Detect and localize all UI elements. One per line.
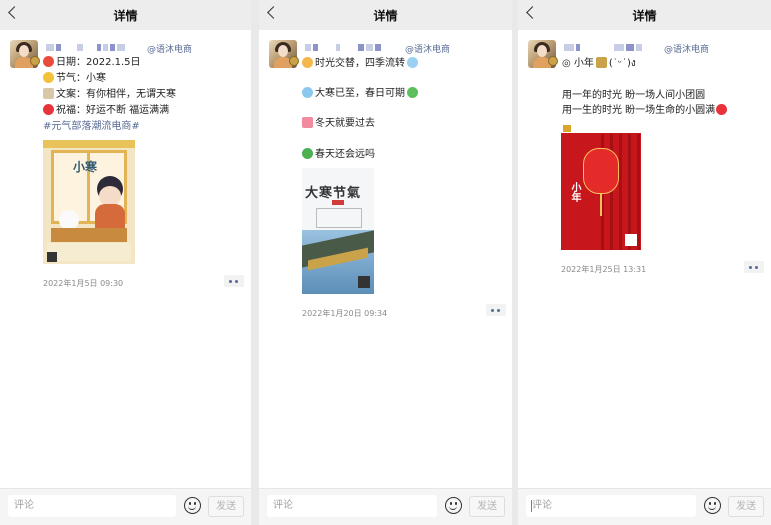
scroll-icon <box>43 88 54 99</box>
comment-bar: 评论 发送 <box>518 488 771 525</box>
nav-header: 详情 <box>0 0 251 30</box>
post-time: 2022年1月20日 09:34 <box>302 309 388 318</box>
nickname-redacted[interactable] <box>305 43 381 52</box>
alarm-clock-icon <box>43 56 54 67</box>
moment-detail-panel-1: 详情 @语沐电商 日期：2022.1.5日 节气：小寒 文案：有你相伴，无谓天寒… <box>0 0 251 525</box>
heart-icon <box>716 104 728 115</box>
lantern-icon <box>595 57 607 68</box>
post-image[interactable]: 大寒节氣 <box>302 168 374 294</box>
post-line: 春天还会远吗 <box>302 148 375 162</box>
post-line: 大寒已至，春日可期 <box>302 87 420 101</box>
snowflake-icon <box>302 87 313 98</box>
nickname-redacted[interactable] <box>564 43 642 52</box>
page-title: 详情 <box>373 9 398 23</box>
dot-icon <box>229 280 232 283</box>
medal-icon <box>30 56 40 66</box>
post-line: 日期：2022.1.5日 <box>43 56 141 70</box>
page-title: 详情 <box>632 9 657 23</box>
more-actions-button[interactable] <box>224 275 244 287</box>
post-line: 冬天就要过去 <box>302 117 375 131</box>
send-button[interactable]: 发送 <box>469 496 505 517</box>
smiley-icon <box>43 72 54 83</box>
text-caret <box>531 500 532 512</box>
dot-icon <box>497 309 500 312</box>
comment-input[interactable]: 评论 <box>8 495 176 517</box>
more-actions-button[interactable] <box>486 304 506 316</box>
sparkle-icon <box>302 57 313 68</box>
post-image[interactable]: 小年 <box>561 124 641 250</box>
post-line: 祝福：好运不断 福运满满 <box>43 104 169 118</box>
heart-icon <box>43 104 54 115</box>
send-button[interactable]: 发送 <box>728 496 764 517</box>
nav-header: 详情 <box>259 0 512 30</box>
medal-icon <box>548 56 558 66</box>
comment-bar: 评论 发送 <box>259 488 512 525</box>
poster-title: 小年 <box>569 182 580 202</box>
post-time: 2022年1月25日 13:31 <box>561 265 647 274</box>
more-actions-button[interactable] <box>744 261 764 273</box>
medal-icon <box>289 56 299 66</box>
moment-detail-panel-3: 详情 @语沐电商 ◎ 小年 (˙ᵕ˙)ง 用一年的时光 盼一场人间小团圆 用一生的… <box>518 0 771 525</box>
hashtag-link[interactable]: #元气部落潮流电商# <box>43 120 140 134</box>
post-line: 用一生的时光 盼一场生命的小圆满 <box>562 104 729 118</box>
poster-title: 大寒节氣 <box>305 186 362 201</box>
send-button[interactable]: 发送 <box>208 496 244 517</box>
moment-detail-panel-2: 详情 @语沐电商 时光交替，四季流转 大寒已至，春日可期 冬天就要过去 春天还会… <box>259 0 512 525</box>
post-time: 2022年1月5日 09:30 <box>43 279 124 288</box>
leaf-icon <box>407 87 418 98</box>
nickname-tag[interactable]: @语沐电商 <box>147 42 192 55</box>
dot-icon <box>749 266 752 269</box>
post-line: 文案：有你相伴，无谓天寒 <box>43 88 176 102</box>
nav-header: 详情 <box>518 0 771 30</box>
dot-icon <box>235 280 238 283</box>
poster-title: 小寒 <box>73 160 98 174</box>
emoji-smile-icon[interactable] <box>704 497 721 514</box>
snowman-icon <box>407 57 418 68</box>
comment-input[interactable]: 评论 <box>267 495 437 517</box>
comment-input[interactable]: 评论 <box>526 495 696 517</box>
nickname-tag[interactable]: @语沐电商 <box>664 42 709 55</box>
nickname-tag[interactable]: @语沐电商 <box>405 42 450 55</box>
post-line: 节气：小寒 <box>43 72 106 86</box>
dot-icon <box>755 266 758 269</box>
envelope-icon <box>302 117 313 128</box>
post-line: 用一年的时光 盼一场人间小团圆 <box>562 90 706 101</box>
emoji-smile-icon[interactable] <box>184 497 201 514</box>
dot-icon <box>491 309 494 312</box>
page-title: 详情 <box>113 9 138 23</box>
post-image[interactable]: 小寒 <box>43 140 135 264</box>
post-line: 时光交替，四季流转 <box>302 57 420 71</box>
emoji-smile-icon[interactable] <box>445 497 462 514</box>
nickname-redacted[interactable] <box>46 43 125 52</box>
seedling-icon <box>302 148 313 159</box>
comment-bar: 评论 发送 <box>0 488 251 525</box>
post-line: ◎ 小年 (˙ᵕ˙)ง <box>562 57 636 69</box>
